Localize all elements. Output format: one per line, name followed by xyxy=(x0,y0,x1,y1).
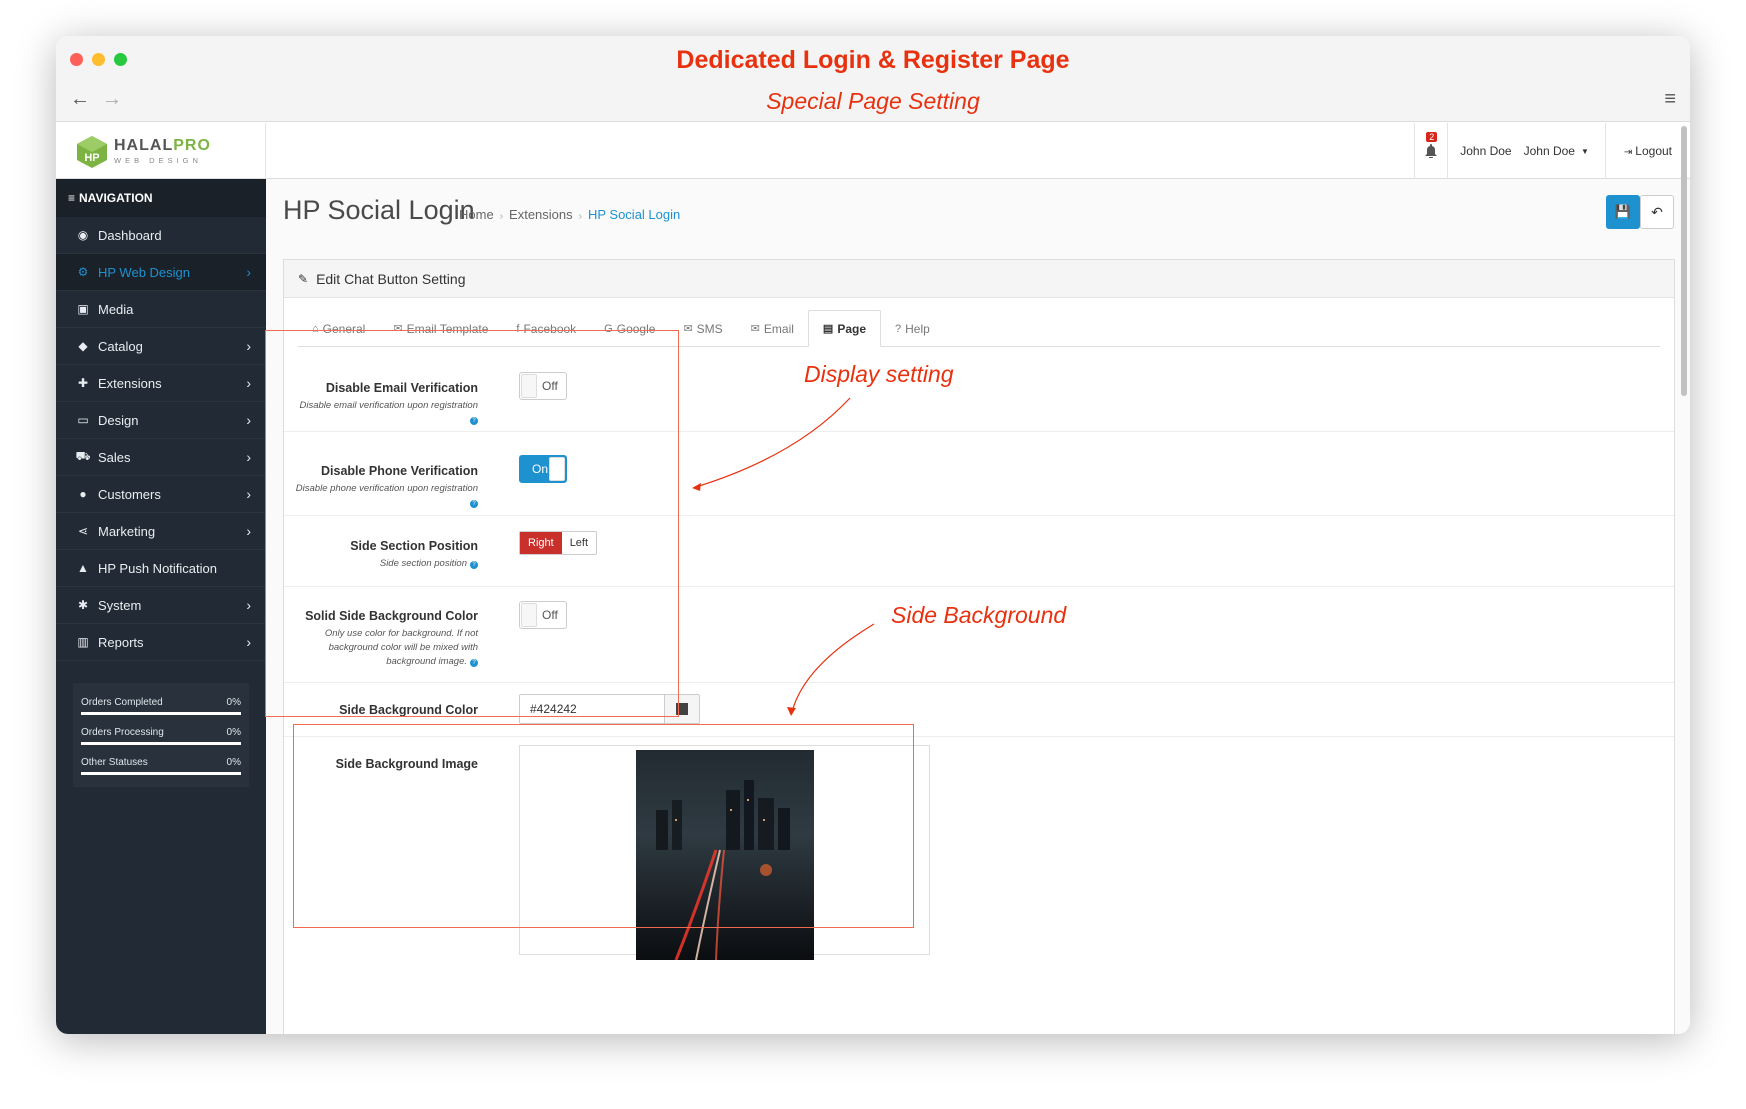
annotation-arrows xyxy=(692,397,875,716)
browser-window: Dedicated Login & Register Page ← → Spec… xyxy=(56,36,1690,1034)
